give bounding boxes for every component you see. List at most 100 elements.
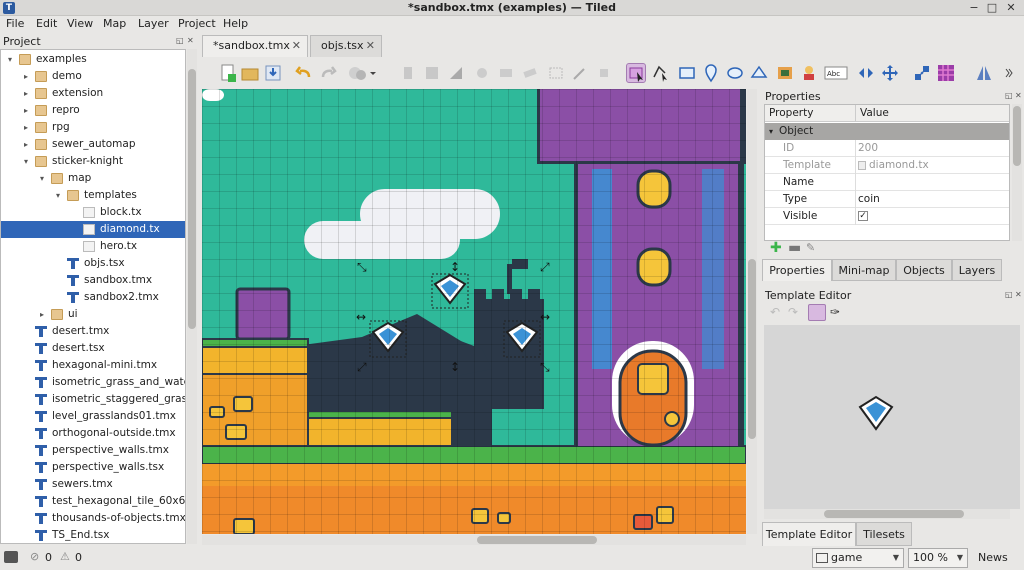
close-panel-icon[interactable]: ✕ — [187, 36, 194, 45]
random-mode-icon[interactable] — [347, 63, 377, 83]
visible-checkbox[interactable]: ✓ — [858, 211, 868, 221]
save-icon[interactable] — [263, 63, 283, 83]
map-vertical-scrollbar-thumb[interactable] — [748, 259, 756, 439]
expand-down-icon[interactable]: ▾ — [53, 187, 63, 204]
menu-edit[interactable]: Edit — [36, 17, 57, 30]
perspective-icon[interactable] — [974, 63, 994, 83]
close-panel-icon[interactable]: ✕ — [1015, 290, 1022, 299]
project-tree-item[interactable]: TS_End.tsx — [1, 527, 185, 543]
project-tree-item[interactable]: objs.tsx — [1, 255, 185, 272]
project-tree-item[interactable]: sandbox.tmx — [1, 272, 185, 289]
magic-wand-icon[interactable] — [570, 63, 590, 83]
tab-template-editor[interactable]: Template Editor — [762, 522, 856, 546]
expand-right-icon[interactable]: ▸ — [37, 306, 47, 323]
project-tree-item[interactable]: block.tx — [1, 204, 185, 221]
undo-icon[interactable] — [294, 63, 314, 83]
new-file-icon[interactable] — [218, 63, 238, 83]
float-panel-icon[interactable]: ◱ — [1005, 290, 1013, 299]
project-tree-item[interactable]: sandbox2.tmx — [1, 289, 185, 306]
project-tree-item[interactable]: ▸ sewer_automap — [1, 136, 185, 153]
warning-icon[interactable]: ⚠ — [60, 550, 70, 563]
property-row-id[interactable]: ID 200 — [765, 140, 1009, 157]
properties-scrollbar[interactable] — [1012, 104, 1022, 241]
edit-polygons-icon[interactable]: ✑ — [830, 305, 840, 319]
property-row-type[interactable]: Type coin — [765, 191, 1009, 208]
tile-collision-icon[interactable] — [936, 63, 956, 83]
tab-tilesets[interactable]: Tilesets — [856, 522, 912, 546]
value-column-header[interactable]: Value — [856, 105, 1009, 122]
menu-map[interactable]: Map — [103, 17, 126, 30]
terrain-brush-icon[interactable] — [422, 63, 442, 83]
bucket-fill-icon[interactable] — [472, 63, 492, 83]
expand-right-icon[interactable]: ▸ — [21, 85, 31, 102]
tab-layers[interactable]: Layers — [952, 259, 1002, 281]
template-preview[interactable] — [764, 325, 1020, 509]
project-tree-item[interactable]: orthogonal-outside.tmx — [1, 425, 185, 442]
project-tree-item[interactable]: sewers.tmx — [1, 476, 185, 493]
insert-polygon-icon[interactable] — [749, 63, 769, 83]
expand-right-icon[interactable]: ▸ — [21, 136, 31, 153]
select-objects-icon[interactable] — [626, 63, 646, 83]
zoom-select[interactable]: 100 % ▼ — [908, 548, 968, 568]
template-scrollbar-thumb[interactable] — [824, 510, 964, 518]
auto-map-icon[interactable] — [912, 63, 932, 83]
tab-mini-map[interactable]: Mini-map — [832, 259, 896, 281]
project-tree-item[interactable]: ▸ extension — [1, 85, 185, 102]
insert-template-icon[interactable] — [799, 63, 819, 83]
project-tree-item[interactable]: ▸ rpg — [1, 119, 185, 136]
project-tree-item[interactable]: ▸ ui — [1, 306, 185, 323]
menu-view[interactable]: View — [67, 17, 93, 30]
expand-right-icon[interactable]: ▸ — [21, 102, 31, 119]
redo-icon[interactable] — [318, 63, 338, 83]
close-window-button[interactable]: ✕ — [1004, 1, 1018, 15]
error-icon[interactable]: ⊘ — [30, 550, 39, 563]
add-property-icon[interactable]: ✚ — [770, 240, 782, 256]
tab-sandbox-tmx[interactable]: *sandbox.tmx ✕ — [202, 35, 308, 57]
wang-brush-icon[interactable] — [446, 63, 466, 83]
tab-properties[interactable]: Properties — [762, 259, 832, 281]
rotate-icon[interactable] — [880, 63, 900, 83]
property-row-name[interactable]: Name — [765, 174, 1009, 191]
menu-file[interactable]: File — [6, 17, 24, 30]
map-horizontal-scrollbar[interactable] — [202, 535, 746, 545]
project-tree-item[interactable]: ▸ repro — [1, 102, 185, 119]
expand-down-icon[interactable]: ▾ — [21, 153, 31, 170]
stamp-brush-icon[interactable] — [398, 63, 418, 83]
project-tree-item[interactable]: test_hexagonal_tile_60x60... — [1, 493, 185, 510]
project-tree-item[interactable]: diamond.tx — [1, 221, 185, 238]
maximize-button[interactable]: □ — [985, 1, 999, 15]
flip-horizontal-icon[interactable] — [856, 63, 876, 83]
insert-point-icon[interactable] — [701, 63, 721, 83]
project-tree-item[interactable]: isometric_staggered_gras... — [1, 391, 185, 408]
template-scrollbar[interactable] — [764, 509, 1010, 519]
select-same-tile-icon[interactable] — [594, 63, 614, 83]
menu-project[interactable]: Project — [178, 17, 216, 30]
rect-select-icon[interactable] — [546, 63, 566, 83]
toolbar-overflow-icon[interactable] — [1004, 63, 1014, 83]
close-panel-icon[interactable]: ✕ — [1015, 91, 1022, 100]
map-horizontal-scrollbar-thumb[interactable] — [477, 536, 597, 544]
shape-fill-icon[interactable] — [496, 63, 516, 83]
minimize-button[interactable]: − — [967, 1, 981, 15]
project-scrollbar[interactable] — [187, 49, 197, 544]
project-tree-item[interactable]: ▾ sticker-knight — [1, 153, 185, 170]
map-canvas[interactable]: ⤡ ⤢ ⤢ ⤡ ↕ ↕ ↔ ↔ — [202, 89, 746, 534]
redo-icon[interactable]: ↷ — [788, 305, 798, 319]
close-tab-icon[interactable]: ✕ — [366, 36, 375, 56]
expand-down-icon[interactable]: ▾ — [37, 170, 47, 187]
layer-select[interactable]: game ▼ — [812, 548, 904, 568]
project-tree-item[interactable]: perspective_walls.tmx — [1, 442, 185, 459]
menu-help[interactable]: Help — [223, 17, 248, 30]
property-value[interactable]: coin — [858, 191, 880, 208]
object-group-row[interactable]: ▾ Object — [765, 123, 1009, 140]
property-row-template[interactable]: Template diamond.tx — [765, 157, 1009, 174]
property-column-header[interactable]: Property — [765, 105, 856, 122]
project-tree-item[interactable]: desert.tmx — [1, 323, 185, 340]
open-folder-icon[interactable] — [240, 63, 260, 83]
properties-scrollbar-thumb[interactable] — [1013, 106, 1021, 166]
project-tree-item[interactable]: isometric_grass_and_wate... — [1, 374, 185, 391]
expand-right-icon[interactable]: ▸ — [21, 119, 31, 136]
news-button[interactable]: News — [978, 551, 1008, 564]
tab-objects[interactable]: Objects — [896, 259, 952, 281]
insert-text-icon[interactable]: Abc — [824, 63, 848, 83]
